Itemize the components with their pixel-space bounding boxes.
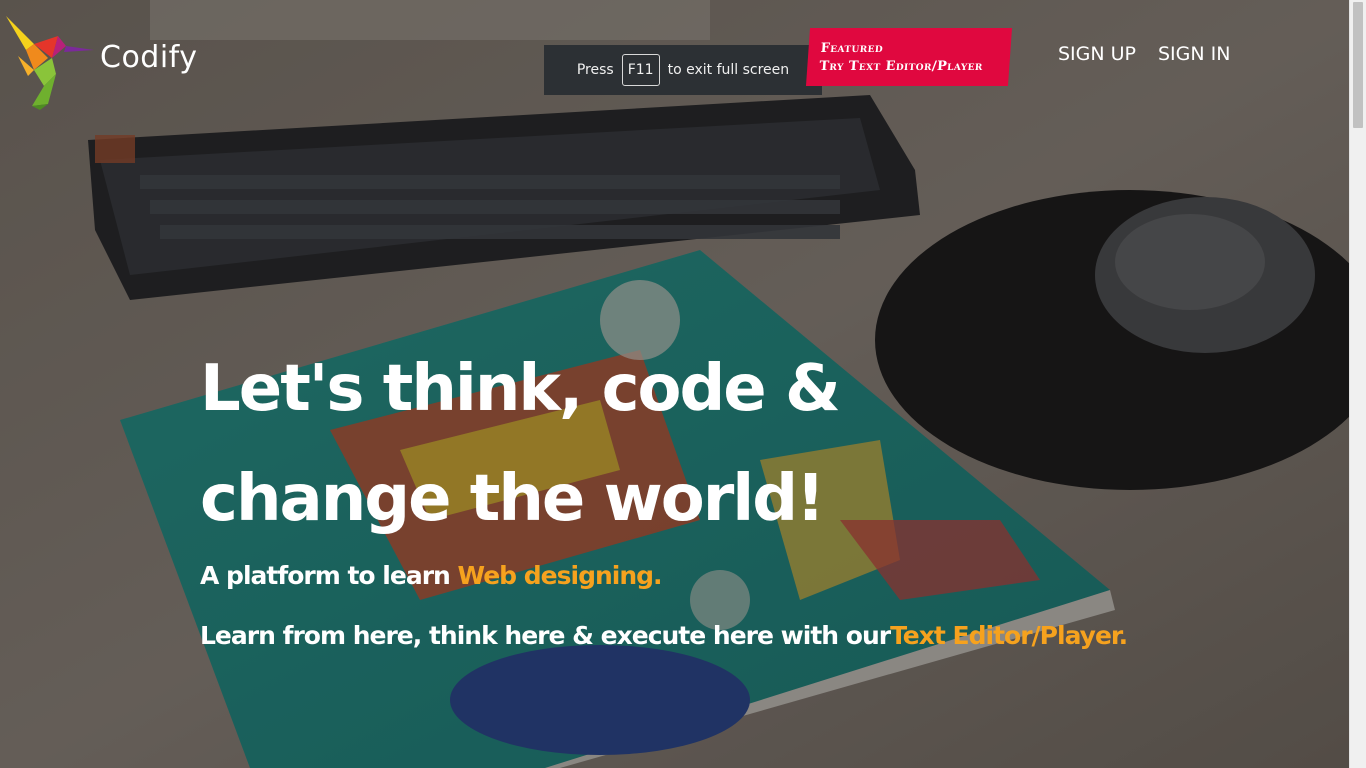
vertical-scrollbar[interactable] [1349,0,1366,768]
featured-label: Featured [820,41,884,56]
sign-up-link[interactable]: SIGN UP [1058,43,1136,65]
subtitle-2-text: Learn from here, think here & execute he… [200,621,891,650]
sign-in-link[interactable]: SIGN IN [1158,43,1230,65]
hero-subtitle-2: Learn from here, think here & execute he… [200,621,1128,650]
subtitle-2-highlight-link[interactable]: Text Editor/Player. [890,621,1128,650]
subtitle-1-text: A platform to learn [200,561,458,590]
featured-link-text: Try Text Editor/Player [818,59,984,74]
hero-subtitle-1: A platform to learn Web designing. [200,561,663,590]
subtitle-1-highlight: Web designing. [457,561,663,590]
fullscreen-notice-prefix: Press [576,62,614,78]
page-viewport: Codify Press F11 to exit full screen Fea… [0,0,1366,768]
hero-headline-line-2: change the world! [200,462,825,536]
featured-text-editor-banner[interactable]: Featured Try Text Editor/Player [805,28,1013,86]
fullscreen-exit-notice: Press F11 to exit full screen [544,45,822,95]
hero-headline-line-1: Let's think, code & [200,352,841,426]
hummingbird-logo-icon [6,16,94,110]
fullscreen-notice-suffix: to exit full screen [667,62,790,78]
brand-name[interactable]: Codify [100,40,197,75]
f11-key-badge: F11 [621,54,660,86]
logo[interactable] [4,14,96,110]
scrollbar-thumb[interactable] [1353,2,1363,128]
